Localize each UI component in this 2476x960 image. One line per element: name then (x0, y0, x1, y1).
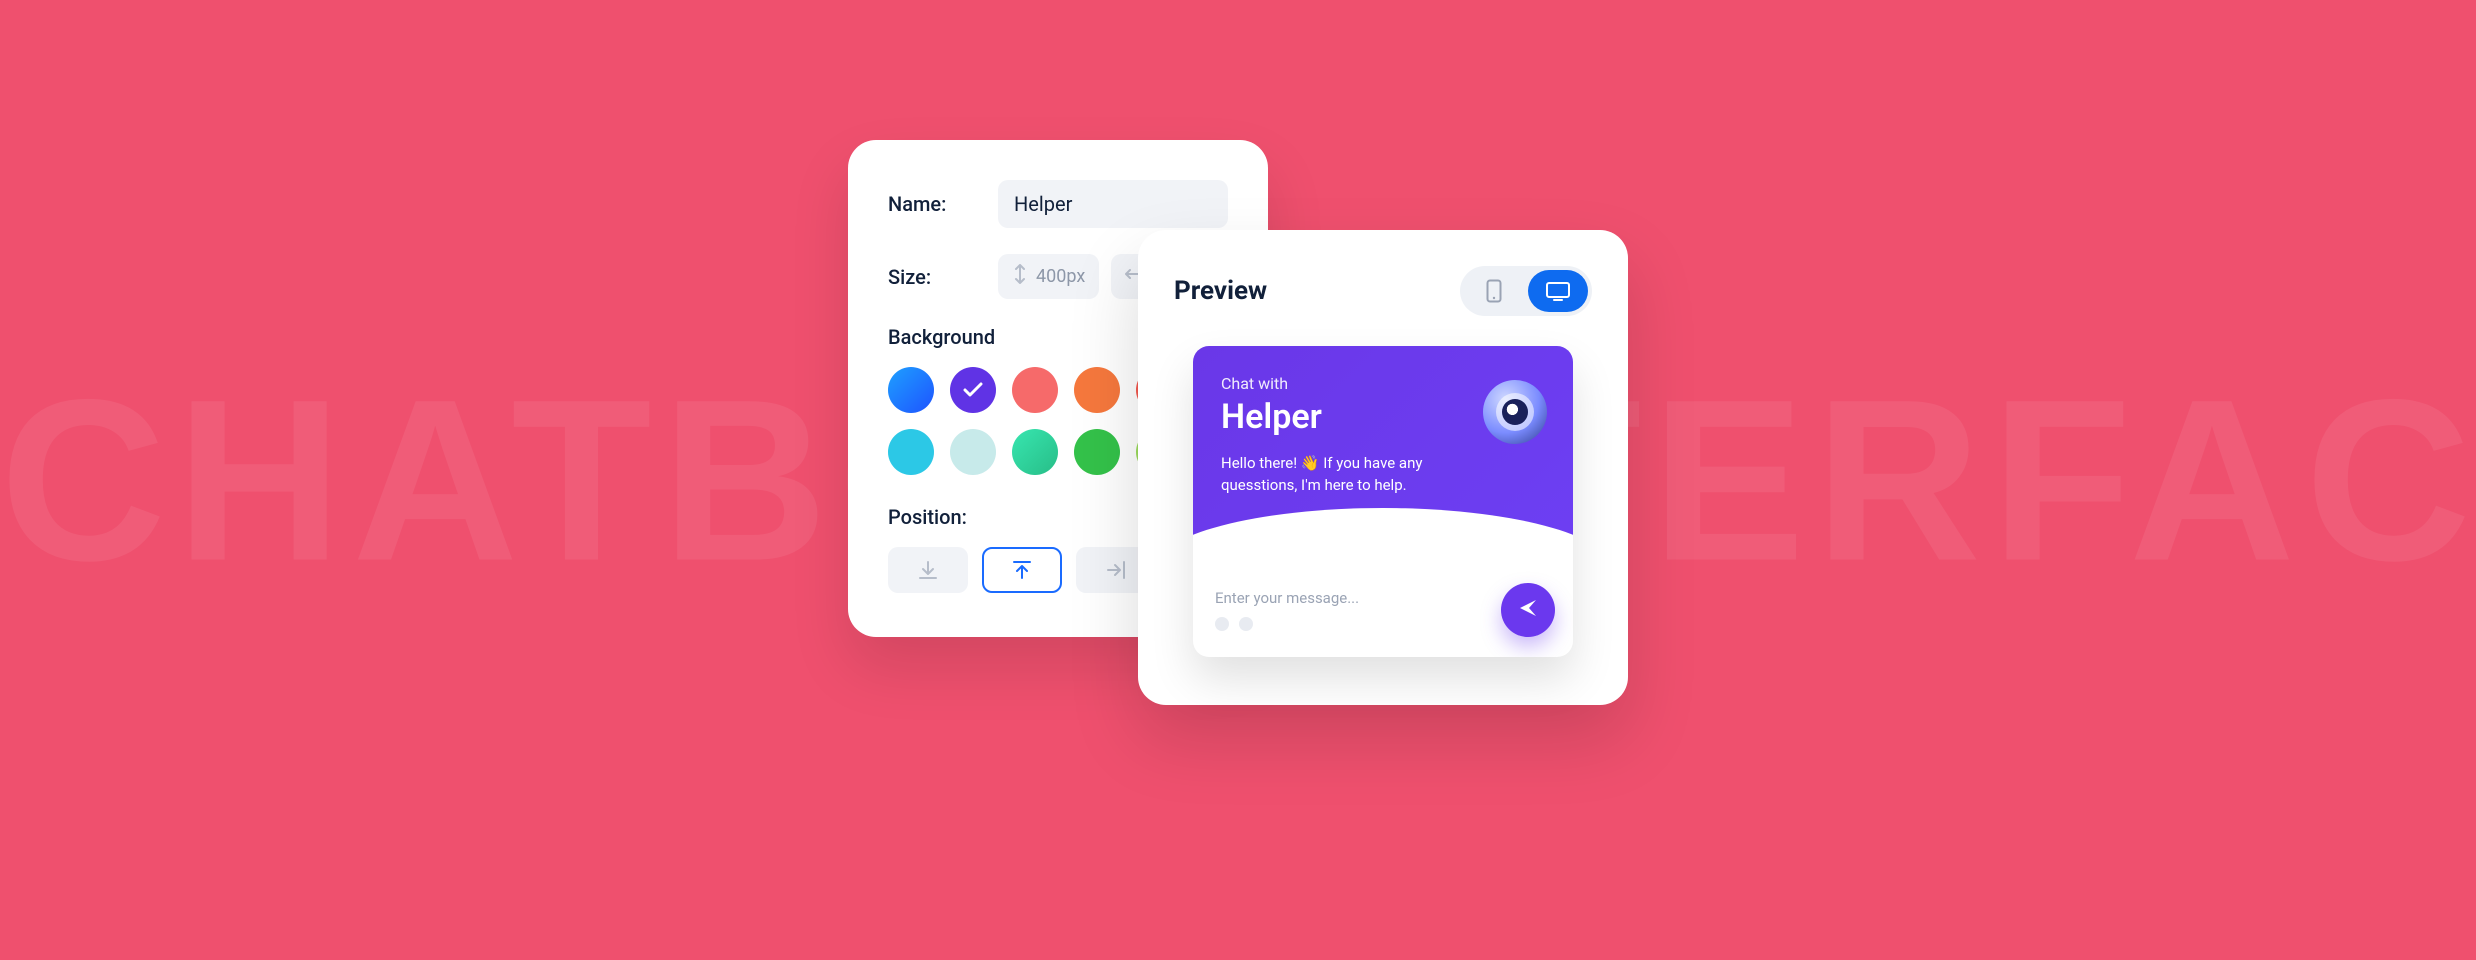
color-swatch-7[interactable] (1012, 429, 1058, 475)
position-bottom-button[interactable] (888, 547, 968, 593)
color-swatch-1[interactable] (950, 367, 996, 413)
color-swatch-0[interactable] (888, 367, 934, 413)
chat-greeting-text: Hello there! 👋 If you have any quesstion… (1221, 453, 1441, 497)
device-toggle (1460, 266, 1592, 316)
preview-panel: Preview Chat with Helper Hello there! 👋 … (1138, 230, 1628, 705)
chat-widget-preview: Chat with Helper Hello there! 👋 If you h… (1193, 346, 1573, 657)
preview-title: Preview (1174, 276, 1267, 306)
color-swatch-8[interactable] (1074, 429, 1120, 475)
device-mobile-button[interactable] (1464, 270, 1524, 312)
color-swatch-2[interactable] (1012, 367, 1058, 413)
chat-message-input[interactable]: Enter your message... (1215, 589, 1489, 607)
chat-header: Chat with Helper Hello there! 👋 If you h… (1193, 346, 1573, 567)
name-input[interactable]: Helper (998, 180, 1228, 228)
send-icon (1517, 597, 1539, 623)
position-top-button[interactable] (982, 547, 1062, 593)
check-icon (963, 382, 983, 398)
color-swatch-6[interactable] (950, 429, 996, 475)
vertical-resize-icon (1012, 264, 1028, 289)
bot-avatar (1483, 380, 1547, 444)
send-button[interactable] (1501, 583, 1555, 637)
color-swatch-3[interactable] (1074, 367, 1120, 413)
name-label: Name: (888, 192, 998, 216)
typing-dots (1215, 617, 1489, 631)
color-swatch-5[interactable] (888, 429, 934, 475)
device-desktop-button[interactable] (1528, 270, 1588, 312)
size-height-input[interactable]: 400px (998, 254, 1099, 299)
size-label: Size: (888, 265, 998, 289)
